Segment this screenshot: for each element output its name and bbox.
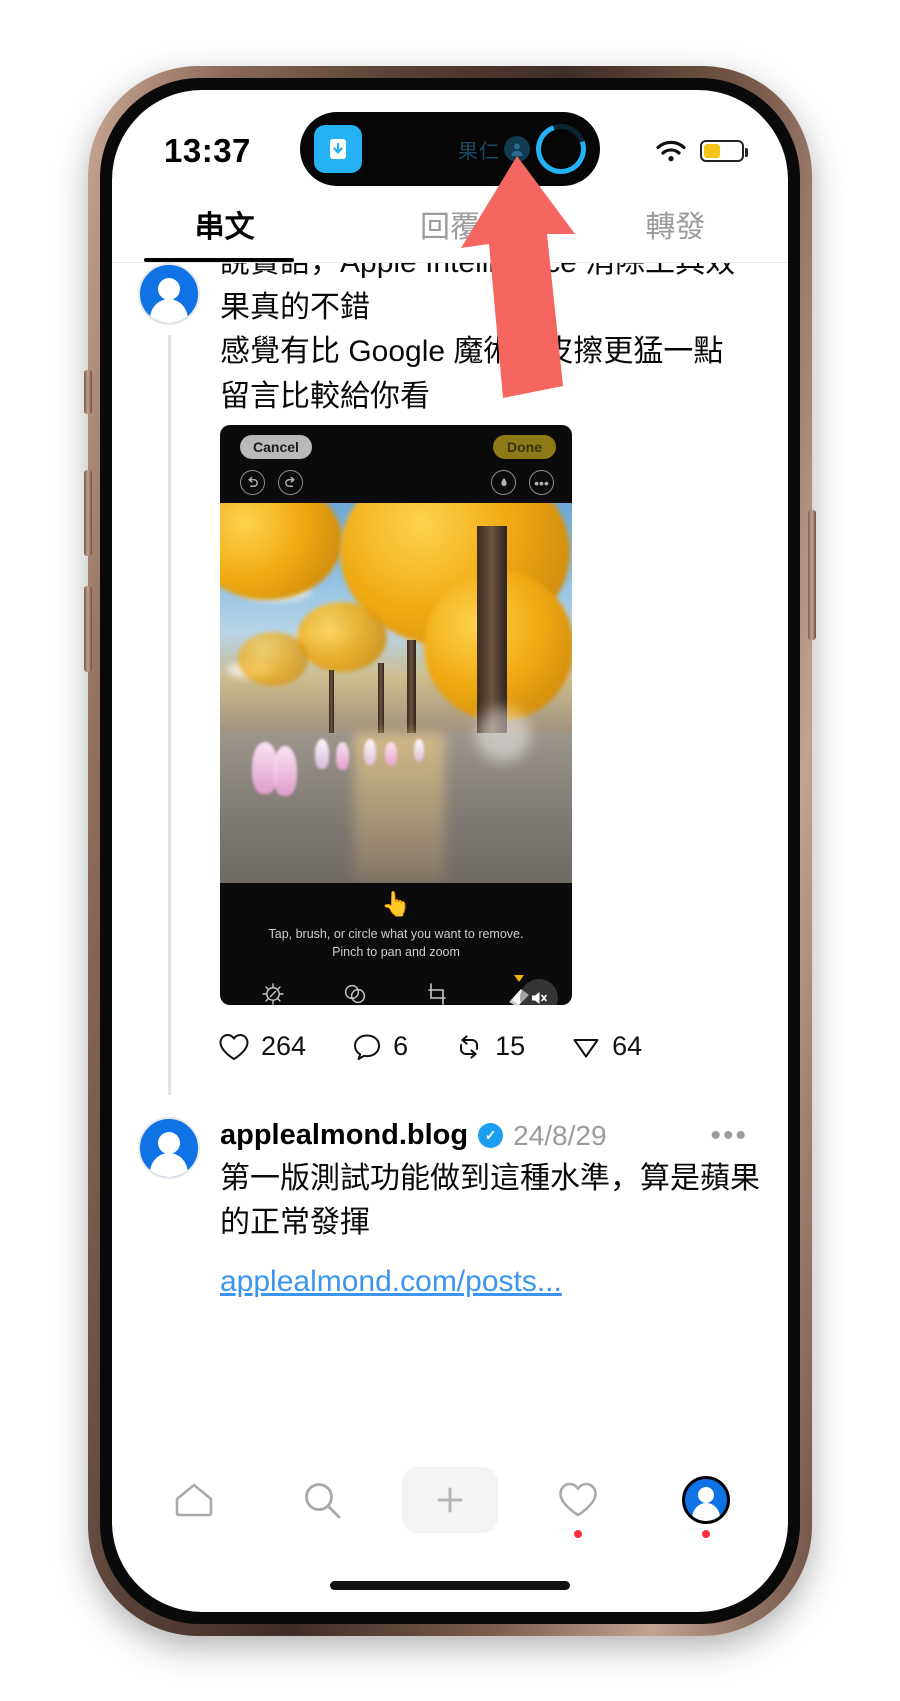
battery-icon <box>700 140 748 162</box>
engagement-bar: 264 6 15 64 <box>218 1031 642 1062</box>
status-bar-clock: 13:37 <box>164 132 251 169</box>
person-avatar[interactable] <box>138 263 200 325</box>
post-link[interactable]: applealmond.com/posts... <box>220 1265 562 1299</box>
post-avatar-column <box>138 1117 214 1179</box>
post-body-text: 說實話，Apple Intelligence 消除工具效果真的不錯 感覺有比 G… <box>220 263 735 414</box>
wifi-icon <box>655 139 687 163</box>
heart-icon <box>559 1482 597 1517</box>
tab-replies[interactable]: 回覆 <box>337 186 562 262</box>
more-circle-icon[interactable]: ••• <box>529 470 554 495</box>
removal-mask-highlight <box>315 738 330 769</box>
home-icon <box>175 1483 213 1517</box>
tab-reposts[interactable]: 轉發 <box>563 186 788 262</box>
done-button[interactable]: Done <box>493 435 556 459</box>
profile-avatar-icon[interactable] <box>682 1476 730 1524</box>
removal-mask-highlight <box>336 742 350 771</box>
dynamic-island-label: 果仁 <box>458 140 500 163</box>
compose-plus-icon <box>437 1487 463 1513</box>
status-bar: 13:37 果仁 <box>112 90 788 186</box>
comment-count: 6 <box>393 1031 409 1061</box>
more-options-icon[interactable]: ••• <box>710 1121 748 1151</box>
verified-check-icon: ✓ <box>478 1123 504 1148</box>
post-username[interactable]: applealmond.blog <box>220 1119 468 1152</box>
nav-profile[interactable] <box>658 1464 754 1538</box>
removal-mask-highlight <box>385 742 398 767</box>
lens-glow <box>475 708 530 763</box>
redo-icon[interactable] <box>278 470 303 495</box>
profile-badge-dot <box>702 1530 710 1538</box>
removal-mask-highlight <box>364 738 377 765</box>
phone-screen: 13:37 果仁 串文 回覆 轉發 果真的不錯 感覺有比 Google 魔術橡皮… <box>112 90 788 1612</box>
active-tab-indicator <box>144 258 294 262</box>
post-timestamp: 24/8/29 <box>513 1119 607 1151</box>
person-avatar[interactable] <box>138 1117 200 1179</box>
like-count: 264 <box>261 1031 307 1061</box>
home-indicator <box>330 1581 570 1590</box>
removal-mask-highlight <box>413 738 424 761</box>
editor-top-bar: Cancel Done <box>220 425 572 467</box>
share-count: 64 <box>612 1031 643 1061</box>
editor-icon-row: ••• <box>220 467 572 503</box>
post-headline: applealmond.blog ✓ 24/8/29 <box>220 1119 607 1152</box>
comment-button[interactable]: 6 <box>352 1031 408 1062</box>
tool-crop[interactable]: Crop <box>406 981 468 1005</box>
dynamic-island-center: 果仁 <box>362 135 536 164</box>
undo-icon[interactable] <box>240 470 265 495</box>
removal-mask-highlight <box>272 746 297 797</box>
tool-filters[interactable]: Filters <box>324 981 386 1005</box>
person-icon <box>504 136 530 162</box>
volume-up-button[interactable] <box>84 470 92 556</box>
editor-hint-line-2: Pinch to pan and zoom <box>332 945 460 960</box>
tab-threads[interactable]: 串文 <box>112 186 337 262</box>
post-body-text: 第一版測試功能做到這種水準，算是蘋果的正常發揮 <box>220 1162 760 1240</box>
thread-connector-line <box>168 335 171 1095</box>
search-icon <box>305 1483 341 1519</box>
repost-count: 15 <box>495 1031 526 1061</box>
editor-tool-bar: Adjust Filters Crop Clean Up <box>220 963 572 1005</box>
status-bar-indicators <box>655 139 748 163</box>
editor-hint-text: Tap, brush, or circle what you want to r… <box>220 917 572 963</box>
bottom-navigation-bar <box>112 1446 788 1554</box>
tab-bar: 串文 回覆 轉發 <box>112 186 788 262</box>
markup-pen-icon[interactable] <box>491 470 516 495</box>
share-button[interactable]: 64 <box>571 1031 642 1062</box>
progress-ring-icon <box>536 124 586 174</box>
nav-activity[interactable] <box>530 1464 626 1538</box>
tap-hand-icon: 👆 <box>381 891 411 918</box>
feed[interactable]: 說實話，Apple Intelligence 消除工具效果真的不錯 感覺有比 G… <box>112 263 788 1433</box>
post-avatar-column <box>138 263 214 325</box>
power-button[interactable] <box>808 510 816 640</box>
speaker-mute-icon[interactable] <box>520 979 558 1005</box>
activity-badge-dot <box>574 1530 582 1538</box>
volume-down-button[interactable] <box>84 586 92 672</box>
tool-active-indicator <box>514 975 524 983</box>
editor-hint-line-1: Tap, brush, or circle what you want to r… <box>268 927 524 941</box>
editor-photo-canvas[interactable] <box>220 503 572 883</box>
post-media-screenshot[interactable]: Cancel Done ••• 👆 Tap, brush, or circle … <box>220 425 572 1005</box>
repost-button[interactable]: 15 <box>454 1031 525 1062</box>
tool-adjust[interactable]: Adjust <box>242 981 304 1005</box>
dynamic-island[interactable]: 果仁 <box>300 112 600 186</box>
nav-compose[interactable] <box>402 1467 498 1533</box>
download-app-icon[interactable] <box>314 125 362 173</box>
like-button[interactable]: 264 <box>218 1031 306 1062</box>
cancel-button[interactable]: Cancel <box>240 435 312 459</box>
silent-switch-button[interactable] <box>84 370 92 414</box>
nav-home[interactable] <box>146 1464 242 1536</box>
nav-search[interactable] <box>274 1464 370 1536</box>
